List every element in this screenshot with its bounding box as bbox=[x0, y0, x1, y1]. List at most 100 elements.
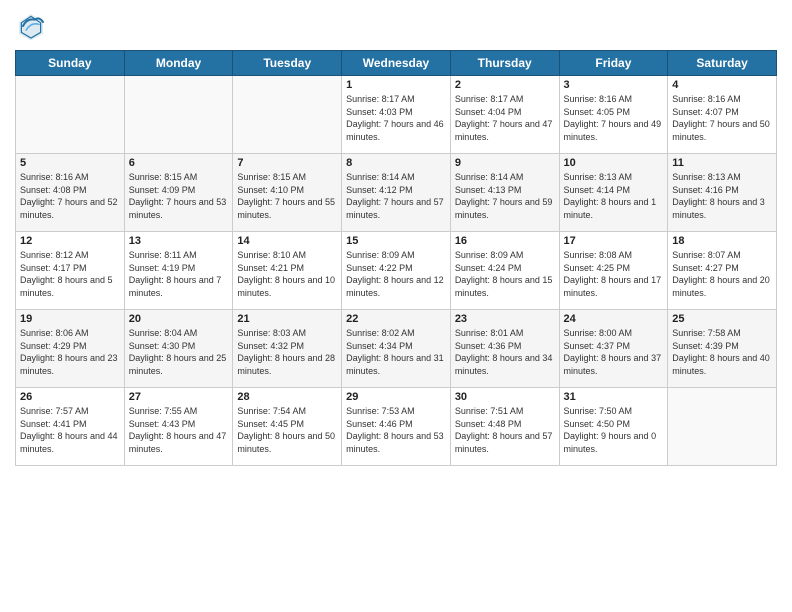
week-row-3: 12 Sunrise: 8:12 AM Sunset: 4:17 PM Dayli… bbox=[16, 232, 777, 310]
day-info: Sunrise: 8:06 AM Sunset: 4:29 PM Dayligh… bbox=[20, 327, 120, 377]
day-info: Sunrise: 8:12 AM Sunset: 4:17 PM Dayligh… bbox=[20, 249, 120, 299]
day-number: 18 bbox=[672, 235, 772, 247]
day-number: 22 bbox=[346, 313, 446, 325]
calendar-cell: 7Sunrise: 8:15 AM Sunset: 4:10 PM Daylig… bbox=[233, 154, 342, 232]
day-number: 21 bbox=[237, 313, 337, 325]
day-number: 11 bbox=[672, 157, 772, 169]
day-number: 3 bbox=[564, 79, 664, 91]
calendar-cell bbox=[668, 388, 777, 466]
day-number: 13 bbox=[129, 235, 229, 247]
calendar-cell bbox=[233, 76, 342, 154]
day-number: 28 bbox=[237, 391, 337, 403]
day-info: Sunrise: 8:14 AM Sunset: 4:12 PM Dayligh… bbox=[346, 171, 446, 221]
logo bbox=[15, 10, 51, 42]
calendar-cell bbox=[124, 76, 233, 154]
col-header-monday: Monday bbox=[124, 51, 233, 76]
week-row-1: 1Sunrise: 8:17 AM Sunset: 4:03 PM Daylig… bbox=[16, 76, 777, 154]
day-info: Sunrise: 8:09 AM Sunset: 4:22 PM Dayligh… bbox=[346, 249, 446, 299]
calendar-cell: 8 Sunrise: 8:14 AM Sunset: 4:12 PM Daylig… bbox=[342, 154, 451, 232]
day-info: Sunrise: 8:15 AM Sunset: 4:10 PM Dayligh… bbox=[237, 171, 337, 221]
day-info: Sunrise: 7:51 AM Sunset: 4:48 PM Dayligh… bbox=[455, 405, 555, 455]
page-container: SundayMondayTuesdayWednesdayThursdayFrid… bbox=[0, 0, 792, 476]
day-number: 4 bbox=[672, 79, 772, 91]
day-info: Sunrise: 7:53 AM Sunset: 4:46 PM Dayligh… bbox=[346, 405, 446, 455]
calendar-cell: 18 Sunrise: 8:07 AM Sunset: 4:27 PM Dayli… bbox=[668, 232, 777, 310]
calendar-cell: 5 Sunrise: 8:16 AM Sunset: 4:08 PM Daylig… bbox=[16, 154, 125, 232]
day-number: 26 bbox=[20, 391, 120, 403]
day-info: Sunrise: 8:16 AM Sunset: 4:07 PM Dayligh… bbox=[672, 93, 772, 143]
day-number: 24 bbox=[564, 313, 664, 325]
week-row-5: 26 Sunrise: 7:57 AM Sunset: 4:41 PM Dayli… bbox=[16, 388, 777, 466]
calendar-cell: 31 Sunrise: 7:50 AM Sunset: 4:50 PM Dayli… bbox=[559, 388, 668, 466]
calendar-cell bbox=[16, 76, 125, 154]
calendar-cell: 6 Sunrise: 8:15 AM Sunset: 4:09 PM Daylig… bbox=[124, 154, 233, 232]
calendar-cell: 23 Sunrise: 8:01 AM Sunset: 4:36 PM Dayli… bbox=[450, 310, 559, 388]
logo-icon bbox=[15, 10, 47, 42]
day-number: 30 bbox=[455, 391, 555, 403]
calendar-cell: 27 Sunrise: 7:55 AM Sunset: 4:43 PM Dayli… bbox=[124, 388, 233, 466]
day-info: Sunrise: 8:16 AM Sunset: 4:08 PM Dayligh… bbox=[20, 171, 120, 221]
calendar-cell: 9 Sunrise: 8:14 AM Sunset: 4:13 PM Daylig… bbox=[450, 154, 559, 232]
day-info: Sunrise: 8:00 AM Sunset: 4:37 PM Dayligh… bbox=[564, 327, 664, 377]
day-info: Sunrise: 7:57 AM Sunset: 4:41 PM Dayligh… bbox=[20, 405, 120, 455]
calendar-cell: 1Sunrise: 8:17 AM Sunset: 4:03 PM Daylig… bbox=[342, 76, 451, 154]
day-number: 6 bbox=[129, 157, 229, 169]
day-info: Sunrise: 8:03 AM Sunset: 4:32 PM Dayligh… bbox=[237, 327, 337, 377]
calendar-cell: 25 Sunrise: 7:58 AM Sunset: 4:39 PM Dayli… bbox=[668, 310, 777, 388]
day-info: Sunrise: 8:15 AM Sunset: 4:09 PM Dayligh… bbox=[129, 171, 229, 221]
day-number: 9 bbox=[455, 157, 555, 169]
calendar-cell: 11 Sunrise: 8:13 AM Sunset: 4:16 PM Dayli… bbox=[668, 154, 777, 232]
day-number: 19 bbox=[20, 313, 120, 325]
day-info: Sunrise: 8:08 AM Sunset: 4:25 PM Dayligh… bbox=[564, 249, 664, 299]
day-number: 15 bbox=[346, 235, 446, 247]
week-row-2: 5 Sunrise: 8:16 AM Sunset: 4:08 PM Daylig… bbox=[16, 154, 777, 232]
day-info: Sunrise: 8:04 AM Sunset: 4:30 PM Dayligh… bbox=[129, 327, 229, 377]
day-info: Sunrise: 8:13 AM Sunset: 4:16 PM Dayligh… bbox=[672, 171, 772, 221]
calendar-cell: 16Sunrise: 8:09 AM Sunset: 4:24 PM Dayli… bbox=[450, 232, 559, 310]
calendar-cell: 15 Sunrise: 8:09 AM Sunset: 4:22 PM Dayli… bbox=[342, 232, 451, 310]
calendar-cell: 22 Sunrise: 8:02 AM Sunset: 4:34 PM Dayli… bbox=[342, 310, 451, 388]
week-row-4: 19 Sunrise: 8:06 AM Sunset: 4:29 PM Dayli… bbox=[16, 310, 777, 388]
day-number: 14 bbox=[237, 235, 337, 247]
day-info: Sunrise: 7:58 AM Sunset: 4:39 PM Dayligh… bbox=[672, 327, 772, 377]
calendar-cell: 10 Sunrise: 8:13 AM Sunset: 4:14 PM Dayli… bbox=[559, 154, 668, 232]
col-header-friday: Friday bbox=[559, 51, 668, 76]
calendar-cell: 4 Sunrise: 8:16 AM Sunset: 4:07 PM Daylig… bbox=[668, 76, 777, 154]
header bbox=[15, 10, 777, 42]
calendar-cell: 19 Sunrise: 8:06 AM Sunset: 4:29 PM Dayli… bbox=[16, 310, 125, 388]
calendar-cell: 2 Sunrise: 8:17 AM Sunset: 4:04 PM Daylig… bbox=[450, 76, 559, 154]
day-info: Sunrise: 7:50 AM Sunset: 4:50 PM Dayligh… bbox=[564, 405, 664, 455]
day-info: Sunrise: 8:01 AM Sunset: 4:36 PM Dayligh… bbox=[455, 327, 555, 377]
calendar-cell: 12 Sunrise: 8:12 AM Sunset: 4:17 PM Dayli… bbox=[16, 232, 125, 310]
day-info: Sunrise: 7:55 AM Sunset: 4:43 PM Dayligh… bbox=[129, 405, 229, 455]
calendar-cell: 28Sunrise: 7:54 AM Sunset: 4:45 PM Dayli… bbox=[233, 388, 342, 466]
day-info: Sunrise: 8:17 AM Sunset: 4:04 PM Dayligh… bbox=[455, 93, 555, 143]
calendar-cell: 29 Sunrise: 7:53 AM Sunset: 4:46 PM Dayli… bbox=[342, 388, 451, 466]
col-header-wednesday: Wednesday bbox=[342, 51, 451, 76]
day-number: 29 bbox=[346, 391, 446, 403]
calendar-cell: 21 Sunrise: 8:03 AM Sunset: 4:32 PM Dayli… bbox=[233, 310, 342, 388]
day-number: 10 bbox=[564, 157, 664, 169]
day-number: 8 bbox=[346, 157, 446, 169]
calendar-cell: 3 Sunrise: 8:16 AM Sunset: 4:05 PM Daylig… bbox=[559, 76, 668, 154]
day-info: Sunrise: 8:17 AM Sunset: 4:03 PM Dayligh… bbox=[346, 93, 446, 143]
day-info: Sunrise: 8:07 AM Sunset: 4:27 PM Dayligh… bbox=[672, 249, 772, 299]
header-row: SundayMondayTuesdayWednesdayThursdayFrid… bbox=[16, 51, 777, 76]
day-info: Sunrise: 8:13 AM Sunset: 4:14 PM Dayligh… bbox=[564, 171, 664, 221]
col-header-sunday: Sunday bbox=[16, 51, 125, 76]
day-number: 27 bbox=[129, 391, 229, 403]
day-number: 23 bbox=[455, 313, 555, 325]
day-number: 5 bbox=[20, 157, 120, 169]
day-number: 20 bbox=[129, 313, 229, 325]
day-info: Sunrise: 8:11 AM Sunset: 4:19 PM Dayligh… bbox=[129, 249, 229, 299]
day-number: 2 bbox=[455, 79, 555, 91]
day-number: 12 bbox=[20, 235, 120, 247]
col-header-saturday: Saturday bbox=[668, 51, 777, 76]
day-info: Sunrise: 8:02 AM Sunset: 4:34 PM Dayligh… bbox=[346, 327, 446, 377]
day-info: Sunrise: 8:16 AM Sunset: 4:05 PM Dayligh… bbox=[564, 93, 664, 143]
day-info: Sunrise: 8:10 AM Sunset: 4:21 PM Dayligh… bbox=[237, 249, 337, 299]
calendar-table: SundayMondayTuesdayWednesdayThursdayFrid… bbox=[15, 50, 777, 466]
day-info: Sunrise: 8:14 AM Sunset: 4:13 PM Dayligh… bbox=[455, 171, 555, 221]
day-number: 31 bbox=[564, 391, 664, 403]
day-number: 25 bbox=[672, 313, 772, 325]
